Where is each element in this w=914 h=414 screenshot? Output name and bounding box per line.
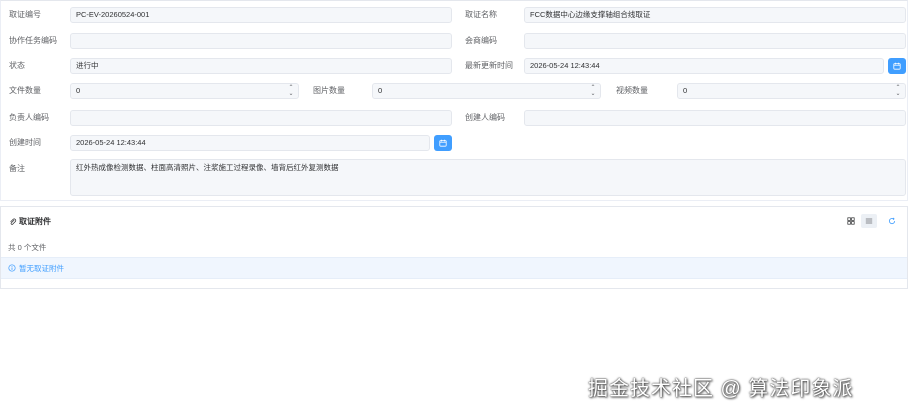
last-update-date-picker-button[interactable]	[888, 58, 906, 74]
status-label: 状态	[9, 61, 25, 70]
info-circle-icon	[8, 264, 16, 272]
video-count-label: 视频数量	[616, 86, 648, 95]
file-count-summary: 共 0 个文件	[8, 243, 47, 252]
evidence-form-card: 取证编号 PC-EV-20260524-001 取证名称 FCC数据中心边缘支撑…	[0, 0, 908, 201]
last-update-time-field[interactable]: 2026-05-24 12:43:44	[524, 58, 884, 74]
evidence-no-field[interactable]: PC-EV-20260524-001	[70, 7, 452, 23]
created-date-picker-button[interactable]	[434, 135, 452, 151]
creator-code-label: 创建人编码	[465, 113, 505, 122]
calendar-icon	[893, 62, 901, 70]
attachments-card: 取证附件 共 0 个文件 暂无取证附件	[0, 206, 908, 289]
video-count-value: 0	[683, 86, 688, 95]
evidence-name-field[interactable]: FCC数据中心边缘支撑轴组合线取证	[524, 7, 906, 23]
owner-code-field[interactable]	[70, 110, 452, 126]
chevron-down-icon[interactable]: ⌄	[288, 91, 293, 97]
chevron-down-icon[interactable]: ⌄	[895, 91, 900, 97]
video-count-input[interactable]: 0 ⌃ ⌄	[677, 83, 906, 99]
grid-icon	[847, 217, 855, 225]
paperclip-icon	[10, 218, 17, 225]
list-icon	[865, 218, 873, 224]
grid-view-button[interactable]	[843, 214, 859, 228]
empty-attachments-alert: 暂无取证附件	[1, 257, 907, 279]
last-update-time-label: 最新更新时间	[465, 61, 513, 70]
calendar-icon	[439, 139, 447, 147]
list-view-button[interactable]	[861, 214, 877, 228]
video-count-stepper[interactable]: ⌃ ⌄	[894, 85, 902, 97]
watermark: 掘金技术社区 @ 算法印象派	[588, 378, 854, 400]
meeting-code-field[interactable]	[524, 33, 906, 49]
collab-task-code-label: 协作任务编码	[9, 36, 57, 45]
meeting-code-label: 会商编码	[465, 36, 497, 45]
chevron-down-icon[interactable]: ⌄	[590, 91, 595, 97]
image-count-input[interactable]: 0 ⌃ ⌄	[372, 83, 601, 99]
remark-label: 备注	[9, 164, 25, 173]
image-count-value: 0	[378, 86, 383, 95]
file-count-stepper[interactable]: ⌃ ⌄	[287, 85, 295, 97]
image-count-stepper[interactable]: ⌃ ⌄	[589, 85, 597, 97]
remark-textarea[interactable]: 红外热成像检测数据、柱面高清照片、注浆施工过程录像、墙背后红外复测数据	[70, 159, 906, 196]
refresh-button[interactable]	[885, 214, 899, 228]
created-time-label: 创建时间	[9, 138, 41, 147]
evidence-name-label: 取证名称	[465, 10, 497, 19]
collab-task-code-field[interactable]	[70, 33, 452, 49]
empty-attachments-text: 暂无取证附件	[19, 263, 64, 273]
file-count-label: 文件数量	[9, 86, 41, 95]
file-count-value: 0	[76, 86, 81, 95]
evidence-no-label: 取证编号	[9, 10, 41, 19]
creator-code-field[interactable]	[524, 110, 906, 126]
file-count-input[interactable]: 0 ⌃ ⌄	[70, 83, 299, 99]
attachments-title: 取证附件	[19, 217, 51, 226]
image-count-label: 图片数量	[313, 86, 345, 95]
owner-code-label: 负责人编码	[9, 113, 49, 122]
refresh-icon	[889, 217, 896, 225]
created-time-field[interactable]: 2026-05-24 12:43:44	[70, 135, 430, 151]
attachments-header: 取证附件	[9, 216, 51, 228]
status-field[interactable]: 进行中	[70, 58, 452, 74]
